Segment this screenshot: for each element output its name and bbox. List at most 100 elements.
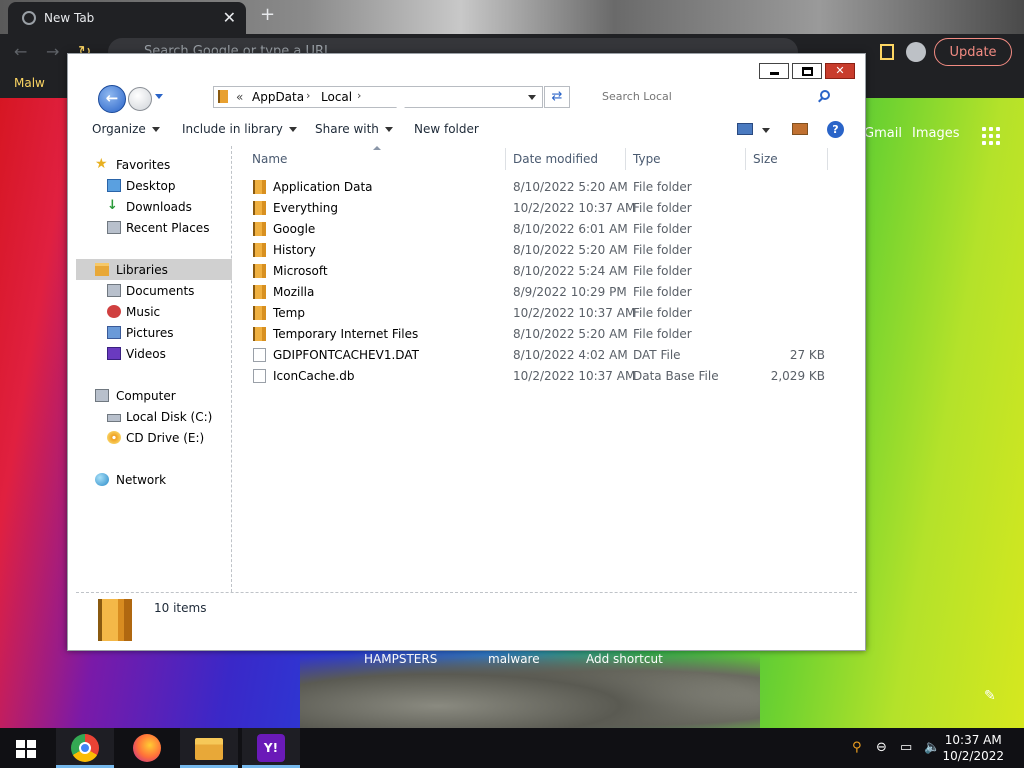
recent-pages-dropdown-icon[interactable] (155, 94, 163, 99)
browser-tab[interactable]: New Tab ✕ (8, 2, 246, 34)
profile-avatar[interactable] (906, 42, 926, 62)
column-header-date-modified[interactable]: Date modified (513, 152, 598, 166)
google-apps-icon[interactable] (982, 127, 1000, 145)
file-type: File folder (633, 327, 692, 341)
column-divider[interactable] (505, 148, 506, 170)
file-row[interactable]: GDIPFONTCACHEV1.DAT 8/10/2022 4:02 AM DA… (247, 345, 843, 366)
nav-desktop[interactable]: Desktop (76, 175, 232, 196)
file-row[interactable]: IconCache.db 10/2/2022 10:37 AM Data Bas… (247, 366, 843, 387)
navigation-pane: ★ Favorites Desktop ↓ Downloads Recent P… (76, 146, 232, 592)
nav-network[interactable]: Network (76, 469, 232, 490)
special-folder-icon (253, 243, 266, 257)
search-icon[interactable] (820, 90, 830, 100)
file-date: 8/10/2022 5:24 AM (513, 264, 628, 278)
gmail-link[interactable]: Gmail (864, 126, 902, 141)
images-link[interactable]: Images (912, 126, 960, 141)
update-button[interactable]: Update (934, 38, 1012, 66)
folder-icon (253, 285, 266, 299)
nav-downloads[interactable]: ↓ Downloads (76, 196, 232, 217)
new-folder-button[interactable]: New folder (414, 122, 479, 136)
add-shortcut[interactable]: Add shortcut (586, 652, 663, 666)
breadcrumb-local[interactable]: Local (321, 90, 352, 104)
customize-pencil-icon[interactable]: ✎ (984, 688, 996, 704)
nav-recent-places[interactable]: Recent Places (76, 217, 232, 238)
column-divider[interactable] (625, 148, 626, 170)
system-clock[interactable]: 10:37 AM 10/2/2022 (942, 732, 1004, 764)
nav-label: Downloads (126, 200, 192, 214)
file-row[interactable]: Mozilla 8/9/2022 10:29 PM File folder (247, 282, 843, 303)
nav-computer[interactable]: Computer (76, 385, 232, 406)
browser-back-icon[interactable]: ← (14, 42, 27, 61)
nav-libraries[interactable]: Libraries (76, 259, 232, 280)
file-row[interactable]: Temp 10/2/2022 10:37 AM File folder (247, 303, 843, 324)
column-header-name[interactable]: Name (252, 152, 287, 166)
breadcrumb-overflow[interactable]: « (236, 90, 243, 104)
refresh-button[interactable]: ⇄ (544, 86, 570, 108)
file-name: Mozilla (273, 285, 315, 299)
forward-button[interactable] (128, 87, 152, 111)
browser-tab-title: New Tab (44, 11, 95, 25)
taskbar-file-explorer[interactable] (180, 728, 238, 768)
breadcrumb-separator[interactable]: › (306, 89, 310, 102)
extension-icon[interactable] (880, 44, 894, 60)
file-explorer-icon (195, 738, 223, 760)
file-row[interactable]: Google 8/10/2022 6:01 AM File folder (247, 219, 843, 240)
file-row[interactable]: Temporary Internet Files 8/10/2022 5:20 … (247, 324, 843, 345)
taskbar-chrome[interactable] (56, 728, 114, 768)
nav-videos[interactable]: Videos (76, 343, 232, 364)
nav-music[interactable]: Music (76, 301, 232, 322)
nav-pictures[interactable]: Pictures (76, 322, 232, 343)
column-divider[interactable] (827, 148, 828, 170)
nav-local-disk[interactable]: Local Disk (C:) (76, 406, 232, 427)
browser-forward-icon[interactable]: → (46, 42, 59, 61)
chevron-down-icon (384, 127, 393, 132)
preview-pane-icon[interactable] (792, 123, 808, 135)
help-icon[interactable]: ? (827, 121, 844, 138)
chevron-down-icon (151, 127, 160, 132)
folder-icon (218, 90, 228, 103)
windows-start-icon[interactable] (16, 740, 36, 758)
taskbar-yahoo[interactable]: Y! (242, 728, 300, 768)
close-button[interactable]: ✕ (825, 63, 855, 79)
nav-favorites[interactable]: ★ Favorites (76, 154, 232, 175)
new-tab-button[interactable]: + (260, 4, 275, 25)
volume-icon[interactable]: 🔈 (924, 740, 940, 755)
shortcut-malware[interactable]: malware (488, 652, 540, 666)
breadcrumb-separator[interactable]: › (357, 89, 361, 102)
breadcrumb-appdata[interactable]: AppData (252, 90, 304, 104)
star-icon: ★ (95, 156, 108, 172)
tab-close-icon[interactable]: ✕ (223, 8, 236, 27)
include-in-library-label: Include in library (182, 122, 283, 136)
file-row[interactable]: Everything 10/2/2022 10:37 AM File folde… (247, 198, 843, 219)
file-type: File folder (633, 243, 692, 257)
search-input[interactable] (588, 86, 808, 106)
address-dropdown-icon[interactable] (528, 95, 536, 100)
include-in-library-menu[interactable]: Include in library (182, 122, 297, 136)
file-name: Temporary Internet Files (273, 327, 419, 341)
view-options-dropdown-icon[interactable] (762, 128, 770, 133)
column-header-type[interactable]: Type (633, 152, 661, 166)
file-row[interactable]: Application Data 8/10/2022 5:20 AM File … (247, 177, 843, 198)
file-row[interactable]: History 8/10/2022 5:20 AM File folder (247, 240, 843, 261)
network-tray-icon[interactable]: ▭ (900, 740, 912, 755)
share-with-menu[interactable]: Share with (315, 122, 393, 136)
nav-documents[interactable]: Documents (76, 280, 232, 301)
shortcut-hampsters[interactable]: HAMPSTERS (364, 652, 437, 666)
notification-tray-icon[interactable]: ⊖ (876, 740, 887, 755)
column-divider[interactable] (745, 148, 746, 170)
change-view-icon[interactable] (737, 123, 753, 135)
column-header-size[interactable]: Size (753, 152, 778, 166)
nav-cd-drive[interactable]: CD Drive (E:) (76, 427, 232, 448)
bookmark-item[interactable]: Malw (14, 76, 45, 90)
maximize-button[interactable] (792, 63, 822, 79)
file-row[interactable]: Microsoft 8/10/2022 5:24 AM File folder (247, 261, 843, 282)
folder-icon (253, 201, 266, 215)
back-button[interactable]: ← (98, 85, 126, 113)
cd-drive-icon (107, 431, 121, 444)
organize-menu[interactable]: Organize (92, 122, 160, 136)
minimize-button[interactable] (759, 63, 789, 79)
file-icon (253, 348, 266, 362)
taskbar-firefox[interactable] (118, 728, 176, 768)
search-tray-icon[interactable]: ⚲ (852, 740, 862, 755)
address-bar[interactable]: « AppData › Local › (213, 86, 543, 108)
